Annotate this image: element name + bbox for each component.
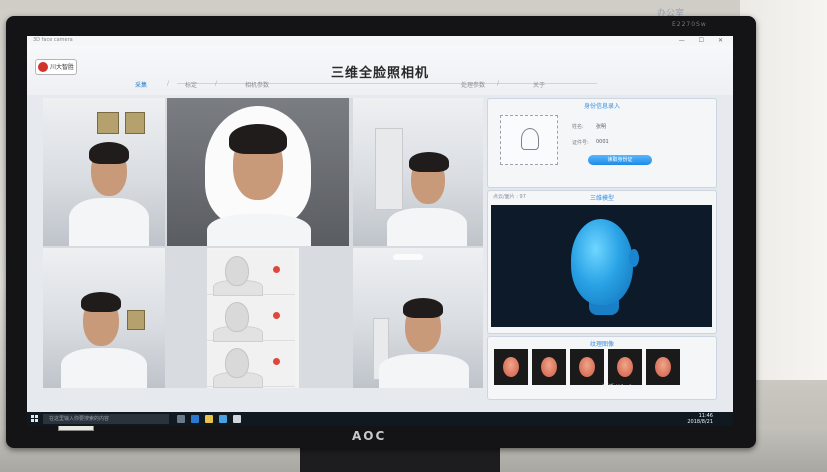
wall-picture	[125, 112, 145, 134]
camera-view-left-bottom[interactable]	[43, 248, 165, 388]
nav-separator: /	[215, 80, 218, 87]
person-hair	[403, 298, 443, 318]
id-card-title: 身份信息录入	[583, 103, 620, 110]
model-ear	[629, 249, 639, 267]
monitor-model-label: E2270Sw	[672, 21, 707, 28]
tab-calibration[interactable]: 标定	[185, 80, 197, 89]
user-avatar-icon	[521, 128, 539, 150]
nav-separator: /	[497, 80, 500, 87]
status-dot-icon	[273, 358, 280, 365]
depth-preview-stack[interactable]	[207, 248, 299, 388]
camera-grid	[43, 98, 483, 388]
name-label: 姓名:	[572, 124, 584, 130]
i	[35, 415, 38, 418]
person-shirt	[207, 214, 311, 246]
gallery-title: 纹理图像	[589, 341, 614, 348]
person-shirt	[69, 198, 149, 246]
monitor-brand: AOC	[352, 429, 387, 443]
id-photo-box	[500, 115, 558, 165]
clock-date: 2018/8/21	[687, 419, 713, 425]
id-card-panel: 身份信息录入 姓名: 张明 证件号: 0001 读取身份证	[487, 98, 717, 188]
thumbnail[interactable]	[532, 349, 566, 385]
task-view-icon[interactable]	[177, 415, 185, 423]
screen: 3D face camera — ☐ ✕ 川大智胜 三维全脸照相机 采集 / 标…	[27, 36, 733, 426]
mini-head	[225, 302, 249, 332]
camera-view-right-bottom[interactable]	[353, 248, 483, 388]
depth-preview-mesh	[207, 296, 295, 342]
mini-head	[225, 348, 249, 378]
camera-view-right-top[interactable]	[353, 98, 483, 246]
depth-preview-front	[207, 250, 295, 296]
activation-watermark: 激活 Windows	[602, 384, 643, 391]
model-panel: 三维模型 点云/面片 : 97	[487, 190, 717, 334]
read-id-card-button[interactable]: 读取身份证	[588, 155, 652, 165]
ceiling-light	[393, 254, 423, 260]
i	[35, 419, 38, 422]
taskbar: 在这里输入你要搜索的内容 11:46 2018/8/21	[27, 412, 733, 426]
depth-preview-side	[207, 342, 295, 388]
window-controls[interactable]: — ☐ ✕	[679, 37, 729, 44]
tab-about[interactable]: 关于	[533, 80, 545, 89]
person-hair	[409, 152, 449, 172]
thumb-face	[617, 357, 633, 377]
3d-face-model	[571, 219, 633, 305]
camera-view-left-top[interactable]	[43, 98, 165, 246]
tab-camera-params[interactable]: 相机参数	[245, 80, 269, 89]
system-clock[interactable]: 11:46 2018/8/21	[687, 413, 713, 425]
person-shirt	[61, 348, 147, 388]
app-title: 三维全脸照相机	[330, 66, 429, 81]
main-nav: 采集 / 标定 / 相机参数 处理参数 / 关于	[27, 80, 733, 92]
name-value: 张明	[596, 124, 607, 130]
windows-start-icon[interactable]	[31, 415, 39, 423]
status-dot-icon	[273, 266, 280, 273]
i	[31, 419, 34, 422]
person-shirt	[387, 208, 467, 246]
store-icon[interactable]	[219, 415, 227, 423]
thumbnail[interactable]	[608, 349, 642, 385]
file-explorer-icon[interactable]	[205, 415, 213, 423]
status-dot-icon	[273, 312, 280, 319]
thumbnail[interactable]	[570, 349, 604, 385]
person-hair	[81, 292, 121, 312]
person-hair	[89, 142, 129, 164]
i	[31, 415, 34, 418]
thumbnail[interactable]	[646, 349, 680, 385]
right-panel: 身份信息录入 姓名: 张明 证件号: 0001 读取身份证 三维模型 点云/面片…	[487, 98, 717, 400]
thumb-face	[503, 357, 519, 377]
thumb-face	[541, 357, 557, 377]
person-shirt	[379, 354, 469, 388]
thumb-face	[655, 357, 671, 377]
tab-processing-params[interactable]: 处理参数	[461, 80, 485, 89]
air-conditioner	[375, 128, 403, 210]
id-number-label: 证件号:	[572, 140, 589, 146]
mini-head	[225, 256, 249, 286]
tab-capture[interactable]: 采集	[135, 80, 147, 89]
model-stats: 点云/面片 : 97	[493, 194, 526, 200]
thumb-face	[579, 357, 595, 377]
person-hair	[229, 124, 287, 154]
window-title: 3D face camera	[33, 37, 73, 43]
app-icon[interactable]	[233, 415, 241, 423]
thumbnail[interactable]	[494, 349, 528, 385]
nav-separator: /	[167, 80, 170, 87]
camera-view-front[interactable]	[167, 98, 349, 246]
edge-browser-icon[interactable]	[191, 415, 199, 423]
taskbar-search-input[interactable]: 在这里输入你要搜索的内容	[43, 414, 169, 424]
wall-picture	[127, 310, 145, 330]
wall-picture	[97, 112, 119, 134]
3d-model-viewer[interactable]	[491, 205, 712, 327]
id-number-value: 0001	[596, 139, 609, 145]
